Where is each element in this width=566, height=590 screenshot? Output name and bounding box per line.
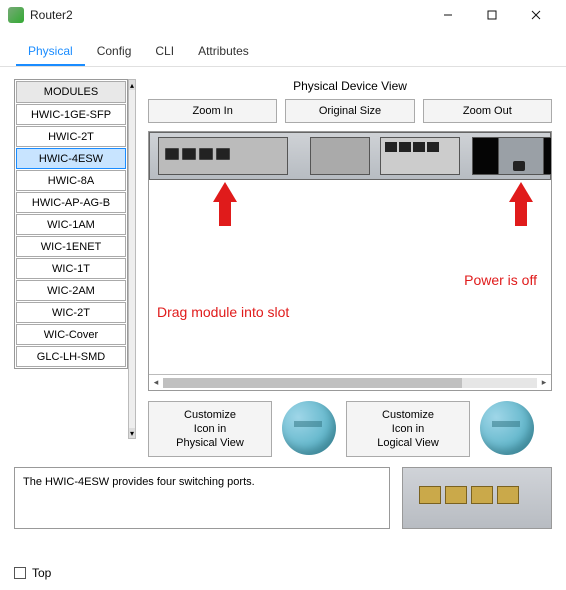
scroll-down-icon[interactable]: ▾ (129, 428, 135, 438)
tab-physical[interactable]: Physical (16, 38, 85, 66)
module-item[interactable]: HWIC-1GE-SFP (16, 104, 126, 125)
power-switch-icon[interactable] (513, 161, 525, 171)
maximize-button[interactable] (470, 1, 514, 29)
modules-panel: MODULES HWIC-1GE-SFP HWIC-2T HWIC-4ESW H… (14, 79, 128, 369)
module-slot[interactable] (310, 137, 370, 175)
ethernet-port-icon (385, 142, 397, 152)
footer: Top (14, 566, 51, 580)
router-icon (480, 401, 534, 455)
module-slot[interactable] (158, 137, 288, 175)
close-button[interactable] (514, 1, 558, 29)
module-thumbnail[interactable] (402, 467, 552, 529)
device-view-title: Physical Device View (148, 79, 552, 99)
device-frame[interactable]: Power is off Drag module into slot ◂ ▸ (148, 131, 552, 391)
module-item[interactable]: WIC-Cover (16, 324, 126, 345)
window-title: Router2 (30, 8, 73, 22)
customize-physical-button[interactable]: Customize Icon in Physical View (148, 401, 272, 457)
hscroll-thumb[interactable] (163, 378, 462, 388)
window-titlebar: Router2 (0, 0, 566, 30)
ethernet-port-icon (399, 142, 411, 152)
zoom-out-button[interactable]: Zoom Out (423, 99, 552, 123)
scroll-right-icon[interactable]: ▸ (537, 376, 551, 390)
device-hscrollbar[interactable]: ◂ ▸ (149, 374, 551, 390)
original-size-button[interactable]: Original Size (285, 99, 414, 123)
annotation-arrow-icon (207, 182, 243, 226)
customize-logical-button[interactable]: Customize Icon in Logical View (346, 401, 470, 457)
customize-line3: Logical View (377, 436, 439, 450)
module-item[interactable]: HWIC-8A (16, 170, 126, 191)
module-slot[interactable] (380, 137, 460, 175)
annotation-arrow-icon (503, 182, 539, 226)
customize-line1: Customize (184, 408, 236, 422)
ethernet-port-icon (497, 486, 519, 504)
scroll-up-icon[interactable]: ▴ (129, 80, 135, 90)
router-icon (282, 401, 336, 455)
bottom-row: The HWIC-4ESW provides four switching po… (0, 457, 566, 529)
scroll-left-icon[interactable]: ◂ (149, 376, 163, 390)
customize-row: Customize Icon in Physical View Customiz… (148, 401, 552, 457)
modules-column: MODULES HWIC-1GE-SFP HWIC-2T HWIC-4ESW H… (14, 79, 138, 457)
customize-line2: Icon in (194, 422, 226, 436)
module-item[interactable]: WIC-1ENET (16, 236, 126, 257)
modules-scrollbar[interactable]: ▴ ▾ (128, 79, 136, 439)
tab-attributes[interactable]: Attributes (186, 38, 261, 66)
module-item[interactable]: WIC-2AM (16, 280, 126, 301)
ethernet-port-icon (445, 486, 467, 504)
module-item[interactable]: GLC-LH-SMD (16, 346, 126, 367)
ethernet-port-icon (471, 486, 493, 504)
ethernet-port-icon (427, 142, 439, 152)
module-item-selected[interactable]: HWIC-4ESW (16, 148, 126, 169)
top-checkbox[interactable] (14, 567, 26, 579)
ethernet-port-icon (165, 148, 179, 160)
zoom-in-button[interactable]: Zoom In (148, 99, 277, 123)
scroll-track[interactable] (129, 90, 135, 428)
customize-line3: Physical View (176, 436, 244, 450)
zoom-controls: Zoom In Original Size Zoom Out (148, 99, 552, 123)
power-supply[interactable] (498, 137, 544, 175)
annotation-power-off: Power is off (464, 272, 537, 288)
top-label: Top (32, 566, 51, 580)
ethernet-port-icon (413, 142, 425, 152)
module-item[interactable]: WIC-1AM (16, 214, 126, 235)
module-item[interactable]: WIC-1T (16, 258, 126, 279)
device-view-column: Physical Device View Zoom In Original Si… (148, 79, 552, 457)
minimize-button[interactable] (426, 1, 470, 29)
ethernet-port-icon (182, 148, 196, 160)
tab-config[interactable]: Config (85, 38, 144, 66)
app-icon (8, 7, 24, 23)
router-chassis[interactable] (149, 132, 551, 180)
customize-line2: Icon in (392, 422, 424, 436)
tab-bar: Physical Config CLI Attributes (0, 30, 566, 67)
module-item[interactable]: HWIC-2T (16, 126, 126, 147)
window-controls (426, 1, 558, 29)
tab-cli[interactable]: CLI (143, 38, 186, 66)
ethernet-port-icon (419, 486, 441, 504)
ethernet-port-icon (199, 148, 213, 160)
module-item[interactable]: HWIC-AP-AG-B (16, 192, 126, 213)
modules-header: MODULES (16, 81, 126, 103)
module-item[interactable]: WIC-2T (16, 302, 126, 323)
annotation-drag-module: Drag module into slot (157, 304, 289, 320)
ethernet-port-icon (216, 148, 230, 160)
hscroll-track[interactable] (163, 378, 537, 388)
module-description: The HWIC-4ESW provides four switching po… (14, 467, 390, 529)
customize-line1: Customize (382, 408, 434, 422)
